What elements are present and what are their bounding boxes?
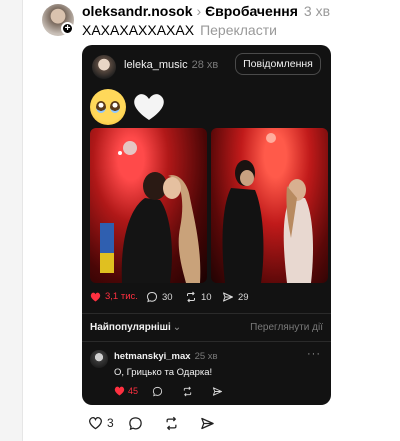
- photo-stage[interactable]: [211, 128, 328, 283]
- quoted-author-avatar[interactable]: [92, 55, 116, 79]
- share-icon: [201, 417, 214, 430]
- share-icon: [212, 387, 223, 396]
- comment-like[interactable]: 45: [114, 386, 138, 396]
- comment-header: hetmanskyi_max 25 хв: [114, 351, 218, 362]
- photo-stage-figures: [222, 133, 313, 283]
- pleading-face-emoji: [90, 88, 126, 125]
- comment-stat[interactable]: 30: [146, 291, 173, 303]
- repost-icon: [166, 416, 177, 431]
- author-username[interactable]: oleksandr.nosok: [82, 3, 192, 19]
- view-activity-link[interactable]: Переглянути дії: [250, 322, 323, 333]
- divider: [82, 313, 331, 314]
- post-text-row: ХАХАХАХХАХАХ Перекласти: [82, 22, 277, 38]
- quoted-time: 28 хв: [191, 59, 219, 71]
- quoted-username[interactable]: leleka_music: [124, 59, 188, 71]
- heart-filled-icon: [114, 386, 125, 396]
- repost-icon: [187, 291, 195, 303]
- white-heart-emoji: [134, 93, 164, 120]
- sort-label: Найпопулярніші: [90, 322, 171, 333]
- repost-stat[interactable]: 10: [185, 291, 212, 303]
- comment-share-button[interactable]: [212, 386, 223, 397]
- share-icon: [223, 292, 233, 302]
- comment-reply-button[interactable]: [152, 386, 163, 397]
- photo-hug[interactable]: [90, 128, 207, 283]
- post-text: ХАХАХАХХАХАХ: [82, 22, 195, 38]
- like-count: 3: [107, 416, 114, 430]
- emoji-text: [90, 85, 166, 125]
- comment-text: О, Грицько та Одарка!: [114, 367, 213, 378]
- topic-tag[interactable]: Євробачення: [205, 3, 298, 19]
- quoted-header: leleka_music 28 хв: [124, 59, 218, 71]
- commenter-avatar[interactable]: [90, 350, 108, 368]
- comment-count: 30: [162, 291, 173, 303]
- share-count: 29: [238, 291, 249, 303]
- repost-count: 10: [201, 291, 212, 303]
- like-stat[interactable]: 3,1 тис.: [90, 291, 138, 302]
- comment-repost-button[interactable]: [182, 386, 193, 397]
- repost-button[interactable]: [164, 416, 179, 431]
- quoted-post-card[interactable]: leleka_music 28 хв Повідомлення 3,1 тис.…: [82, 45, 331, 405]
- sort-dropdown[interactable]: Найпопулярніші ⌄: [90, 322, 181, 333]
- comment-icon: [146, 291, 158, 303]
- post-header: oleksandr.nosok › Євробачення 3 хв: [82, 3, 330, 19]
- follow-plus-icon[interactable]: +: [61, 22, 74, 35]
- photo-hug-figures: [100, 141, 201, 283]
- repost-icon: [183, 386, 192, 397]
- comment-like-count: 45: [128, 386, 139, 396]
- heart-outline-icon: [89, 416, 102, 430]
- more-options-icon[interactable]: ···: [307, 348, 321, 360]
- like-count: 3,1 тис.: [105, 291, 138, 302]
- share-button[interactable]: [200, 416, 215, 431]
- comment-button[interactable]: [128, 416, 143, 431]
- comment-icon: [129, 417, 142, 431]
- comment-icon: [152, 386, 163, 397]
- like-button[interactable]: 3: [88, 416, 114, 430]
- translate-link[interactable]: Перекласти: [200, 22, 277, 38]
- heart-filled-icon: [90, 292, 101, 302]
- message-button[interactable]: Повідомлення: [235, 53, 321, 75]
- chevron-down-icon: ⌄: [172, 322, 182, 333]
- chevron-right-icon: ›: [196, 3, 202, 19]
- commenter-username[interactable]: hetmanskyi_max: [114, 351, 191, 362]
- share-stat[interactable]: 29: [222, 291, 249, 303]
- comment-time: 25 хв: [194, 351, 218, 362]
- divider: [82, 341, 331, 342]
- post-time: 3 хв: [303, 3, 331, 19]
